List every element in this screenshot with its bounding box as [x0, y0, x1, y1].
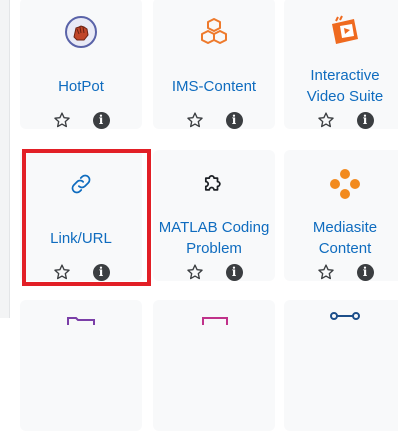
activity-tile-interactive-video-suite[interactable]: Interactive Video Suite i	[284, 0, 398, 129]
activity-tile-matlab-coding-problem[interactable]: MATLAB Coding Problem i	[153, 150, 275, 281]
interactive-video-icon	[284, 15, 398, 48]
star-outline-icon[interactable]	[317, 263, 335, 281]
tile-label: Link/URL	[50, 229, 112, 247]
star-outline-icon[interactable]	[53, 111, 71, 129]
tile-label: MATLAB Coding Problem	[158, 219, 270, 257]
info-circle-icon[interactable]: i	[92, 111, 110, 129]
activity-tile-partial[interactable]	[20, 300, 142, 431]
folder-icon	[66, 312, 96, 330]
puzzle-icon	[153, 168, 275, 200]
activity-tile-ims-content[interactable]: IMS-Content i	[153, 0, 275, 129]
left-divider	[9, 0, 10, 318]
star-outline-icon[interactable]	[317, 111, 335, 129]
hotpot-icon	[20, 16, 142, 48]
link-icon	[20, 168, 142, 200]
info-circle-icon[interactable]: i	[225, 263, 243, 281]
tile-label: HotPot	[58, 77, 104, 95]
activity-tile-link-url[interactable]: Link/URL i	[20, 150, 142, 281]
window-icon	[201, 312, 229, 330]
info-circle-icon[interactable]: i	[92, 263, 110, 281]
ims-content-icon	[153, 16, 275, 48]
activity-tile-partial[interactable]	[153, 300, 275, 431]
tile-label: IMS-Content	[171, 77, 257, 95]
star-outline-icon[interactable]	[53, 263, 71, 281]
star-outline-icon[interactable]	[186, 263, 204, 281]
tile-label: Interactive Video Suite	[306, 67, 384, 105]
workflow-icon	[330, 308, 360, 326]
info-circle-icon[interactable]: i	[225, 111, 243, 129]
info-circle-icon[interactable]: i	[356, 111, 374, 129]
activity-tile-mediasite-content[interactable]: Mediasite Content i	[284, 150, 398, 281]
activity-tile-hotpot[interactable]: HotPot i	[20, 0, 142, 129]
info-circle-icon[interactable]: i	[356, 263, 374, 281]
tile-label: Mediasite Content	[312, 219, 378, 257]
mediasite-icon	[284, 168, 398, 200]
activity-tile-partial[interactable]	[284, 300, 398, 431]
star-outline-icon[interactable]	[186, 111, 204, 129]
